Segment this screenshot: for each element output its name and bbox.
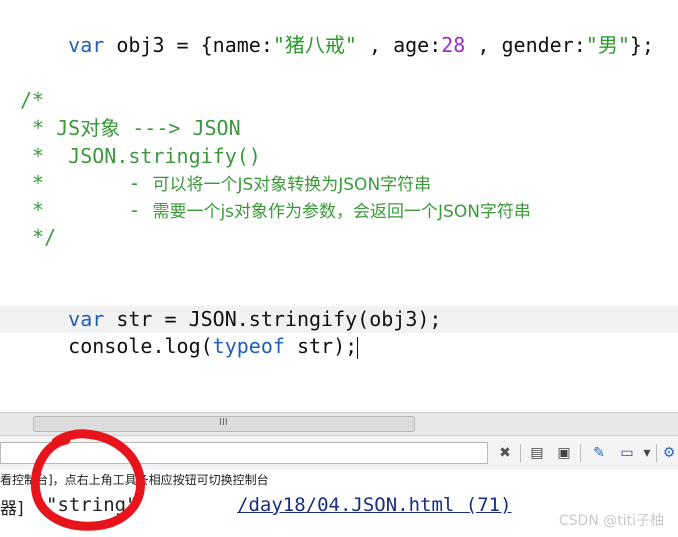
output-value: "string"	[46, 494, 138, 516]
comment-text: 需要一个js对象作为参数，会返回一个JSON字符串	[152, 202, 531, 222]
toolbar-separator	[656, 444, 657, 462]
code-text: , gender:	[465, 33, 586, 57]
comment-line: * JSON.stringify()	[20, 144, 261, 168]
code-text: str);	[284, 334, 358, 358]
code-text: obj3 = {name:	[104, 33, 273, 57]
number-literal-age: 28	[441, 33, 466, 57]
string-literal-name: "猪八戒"	[272, 33, 357, 57]
code-text: console.log(	[68, 334, 213, 358]
comment-prefix: * -	[20, 171, 153, 195]
console-input[interactable]	[0, 442, 488, 464]
text-caret	[357, 336, 359, 359]
code-line-log: console.log(typeof str);	[20, 307, 359, 385]
comment-line: * - 需要一个js对象作为参数，会返回一个JSON字符串	[20, 197, 531, 225]
comment-text: 可以将一个JS对象转换为JSON字符串	[152, 175, 432, 195]
console-output-row: 器] "string" /day18/04.JSON.html (71) CSD…	[0, 490, 678, 537]
horizontal-scrollbar[interactable]: III	[0, 412, 678, 435]
console-toolbar: ✖ ▤ ▣ ✎ ▭ ▾ ⚙	[0, 435, 678, 471]
comment-line: * - 可以将一个JS对象转换为JSON字符串	[20, 170, 431, 198]
code-line-obj3: var obj3 = {name:"猪八戒" , age:28 , gender…	[20, 6, 654, 84]
toolbar-separator	[580, 444, 581, 462]
code-text: , age:	[356, 33, 442, 57]
document-icon[interactable]: ▤	[528, 444, 546, 462]
comment-open: /*	[20, 88, 45, 112]
source-link[interactable]: /day18/04.JSON.html (71)	[237, 494, 512, 516]
code-editor[interactable]: var obj3 = {name:"猪八戒" , age:28 , gender…	[0, 0, 678, 412]
watermark-text: CSDN @titi子柚	[558, 513, 664, 529]
console-info-bar: 看控制台]，点右上角工具条相应按钮可切换控制台	[0, 470, 678, 490]
toolbar-separator	[520, 444, 521, 462]
scrollbar-grip: III	[219, 417, 228, 428]
keyword-typeof: typeof	[212, 334, 285, 358]
pin-icon[interactable]: ✎	[590, 444, 608, 462]
scrollbar-thumb[interactable]: III	[33, 416, 415, 432]
keyword-var: var	[68, 33, 105, 57]
output-prefix: 器]	[0, 499, 24, 519]
window-icon[interactable]: ▣	[555, 444, 573, 462]
code-text: };	[629, 33, 654, 57]
close-icon[interactable]: ✖	[496, 444, 514, 462]
comment-close: */	[20, 225, 57, 249]
comment-prefix: * -	[20, 198, 153, 222]
dropdown-icon[interactable]: ▾	[638, 444, 656, 462]
comment-line: * JS对象 ---> JSON	[20, 116, 241, 140]
monitor-icon[interactable]: ▭	[618, 444, 636, 462]
string-literal-gender: "男"	[585, 33, 630, 57]
settings-icon[interactable]: ⚙	[660, 444, 678, 462]
